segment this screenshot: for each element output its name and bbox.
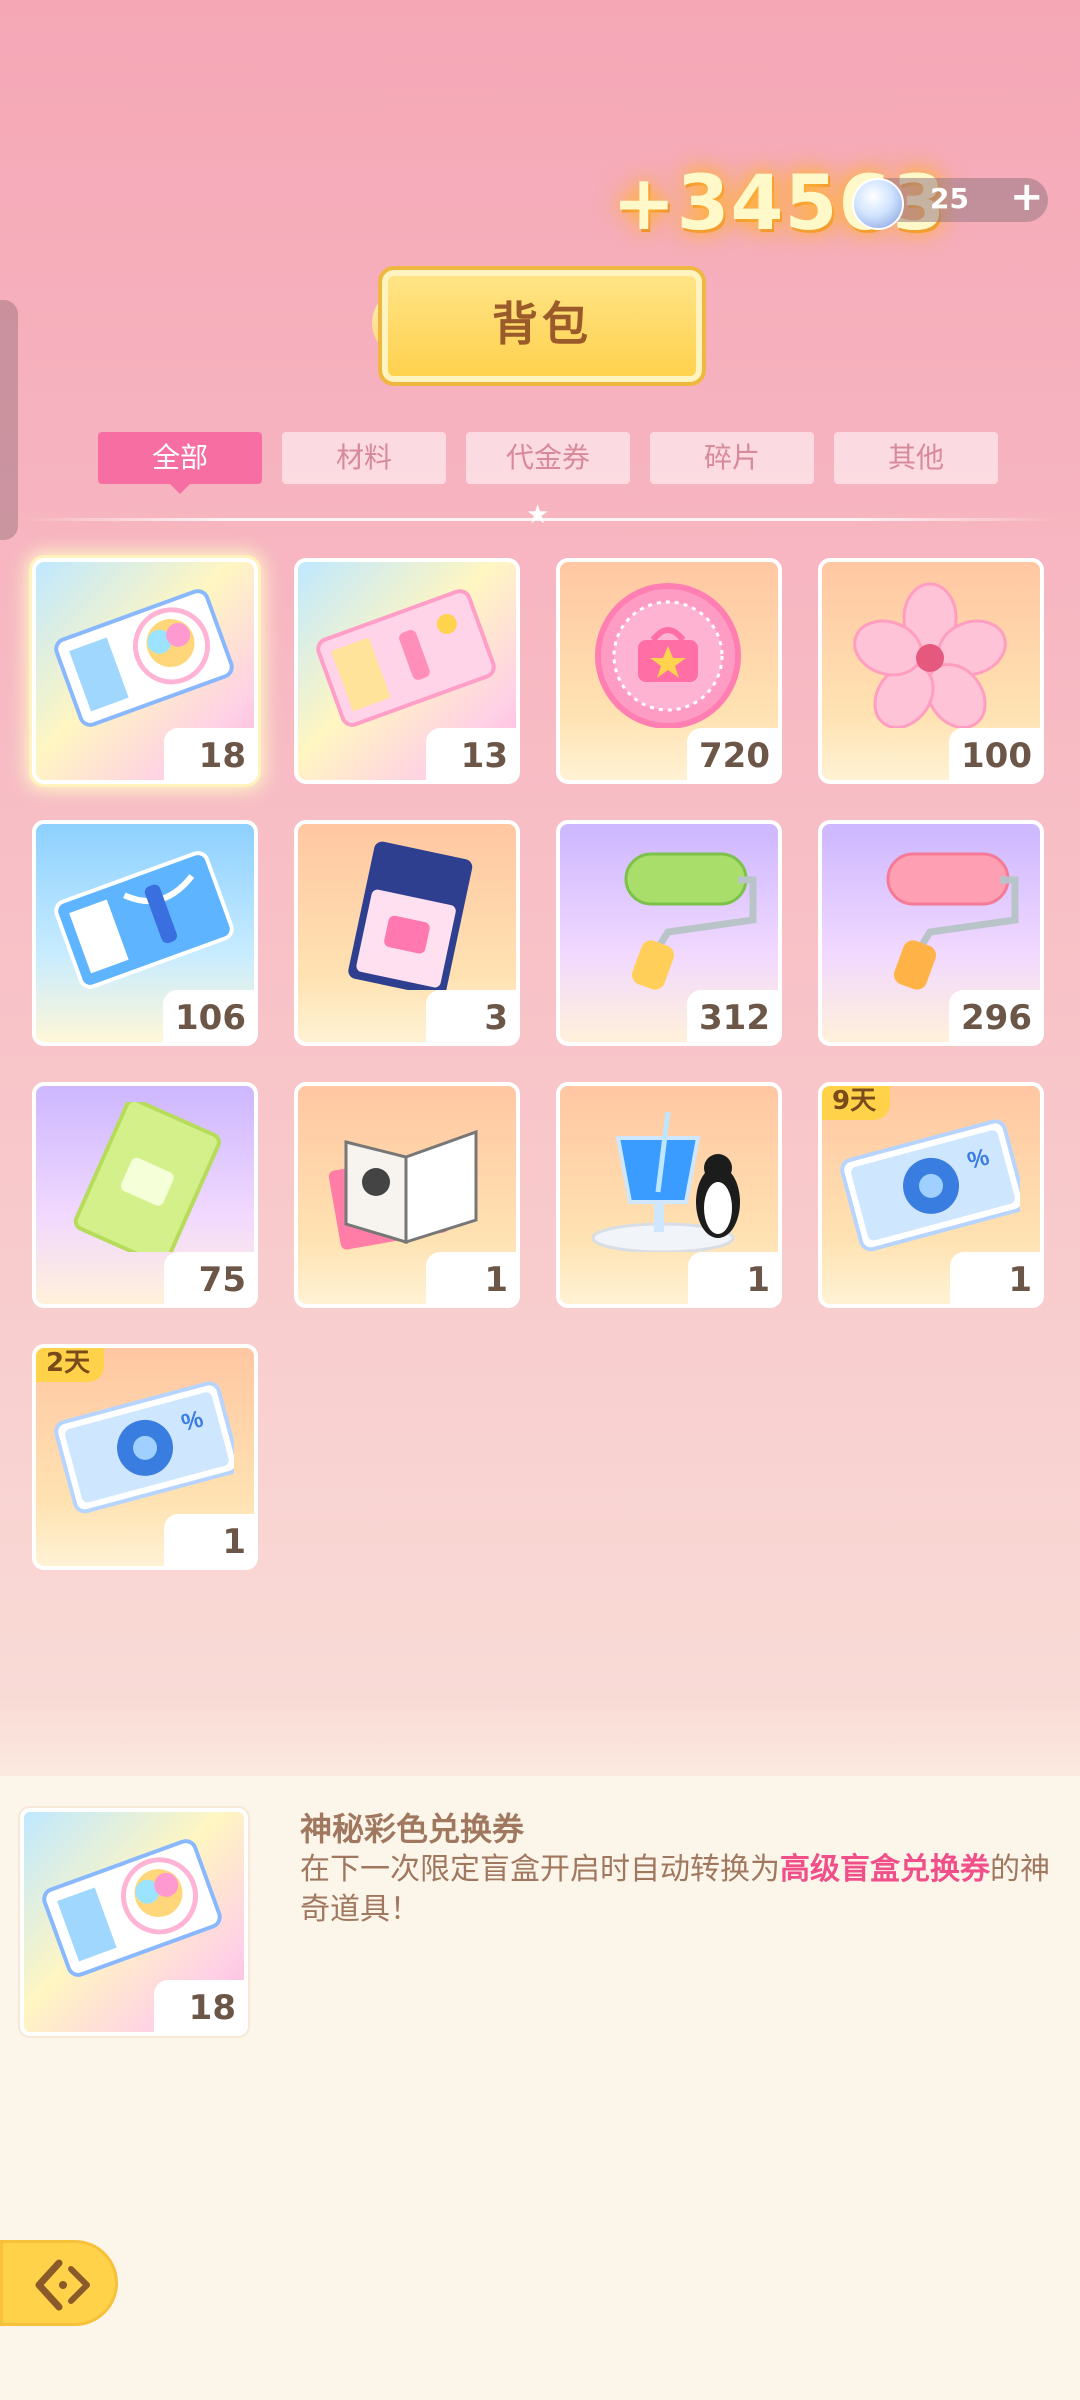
selected-item-preview: 18 [20, 1808, 248, 2036]
active-tab-pointer [168, 482, 192, 494]
blue-ticket-icon [54, 851, 234, 989]
item-description: 在下一次限定盲盒开启时自动转换为高级盲盒兑换券的神奇道具！ [300, 1850, 1070, 1930]
time-remaining-badge: 9天 [822, 1086, 891, 1120]
star-icon: ★ [526, 500, 550, 530]
item-slot-navy-ticket[interactable]: 3 [294, 820, 520, 1046]
item-slot-blue-ticket[interactable]: 106 [32, 820, 258, 1046]
item-count: 18 [154, 1980, 244, 2032]
item-count: 1 [164, 1514, 254, 1566]
rainbow-ticket-icon [54, 589, 234, 727]
item-slot-rainbow-ticket[interactable]: 18 [32, 558, 258, 784]
tab-others[interactable]: 其他 [834, 432, 998, 484]
rainbow-ticket-icon [42, 1839, 222, 1977]
gem-count: 25 [930, 182, 969, 215]
snowflake-gem-icon [852, 178, 904, 230]
item-count: 100 [949, 728, 1040, 780]
item-count: 1 [688, 1252, 778, 1304]
green-roller-icon [624, 852, 757, 990]
sakura-flower-icon [853, 582, 1007, 728]
sale-coupon-icon: % [840, 1119, 1020, 1252]
side-drawer-handle[interactable] [0, 300, 18, 540]
item-count: 3 [426, 990, 516, 1042]
page-title: 背包 [492, 297, 592, 351]
tab-fragments[interactable]: 碎片 [650, 432, 814, 484]
item-slot-pink-roller[interactable]: 296 [818, 820, 1044, 1046]
pink-ticket-icon [316, 589, 496, 727]
item-slot-sale-coupon-2[interactable]: % 2天 1 [32, 1344, 258, 1570]
item-count: 18 [164, 728, 254, 780]
item-slot-sale-coupon[interactable]: % 9天 1 [818, 1082, 1044, 1308]
item-count: 312 [687, 990, 778, 1042]
pink-coin-icon [595, 583, 741, 728]
item-count: 1 [950, 1252, 1040, 1304]
item-count: 106 [163, 990, 254, 1042]
item-name: 神秘彩色兑换券 [300, 1810, 525, 1848]
item-slot-green-ticket[interactable]: 75 [32, 1082, 258, 1308]
tab-materials[interactable]: 材料 [282, 432, 446, 484]
item-slot-pink-ticket[interactable]: 13 [294, 558, 520, 784]
book-icon [328, 1129, 478, 1250]
description-text: 在下一次限定盲盒开启时自动转换为 [300, 1852, 780, 1887]
pink-roller-icon [886, 852, 1019, 990]
item-count: 1 [426, 1252, 516, 1304]
item-slot-pink-coin[interactable]: 720 [556, 558, 782, 784]
tab-vouchers[interactable]: 代金券 [466, 432, 630, 484]
item-slot-green-roller[interactable]: 312 [556, 820, 782, 1046]
item-count: 296 [949, 990, 1040, 1042]
back-arrow-icon [35, 2259, 90, 2311]
item-count: 75 [164, 1252, 254, 1304]
tab-all[interactable]: 全部 [98, 432, 262, 484]
item-slot-penguin-drink[interactable]: 1 [556, 1082, 782, 1308]
add-gem-button[interactable]: + [1010, 174, 1044, 220]
green-ticket-icon [73, 1102, 221, 1252]
description-highlight: 高级盲盒兑换券 [780, 1852, 990, 1887]
item-count: 13 [426, 728, 516, 780]
sale-coupon-icon: % [54, 1381, 234, 1514]
item-count: 720 [687, 728, 778, 780]
item-slot-sketch-book[interactable]: 1 [294, 1082, 520, 1308]
back-button[interactable] [0, 2240, 118, 2326]
penguin-drink-icon [591, 1111, 740, 1252]
navy-ticket-icon [348, 841, 473, 990]
item-slot-sakura-flower[interactable]: 100 [818, 558, 1044, 784]
time-remaining-badge: 2天 [36, 1348, 105, 1382]
